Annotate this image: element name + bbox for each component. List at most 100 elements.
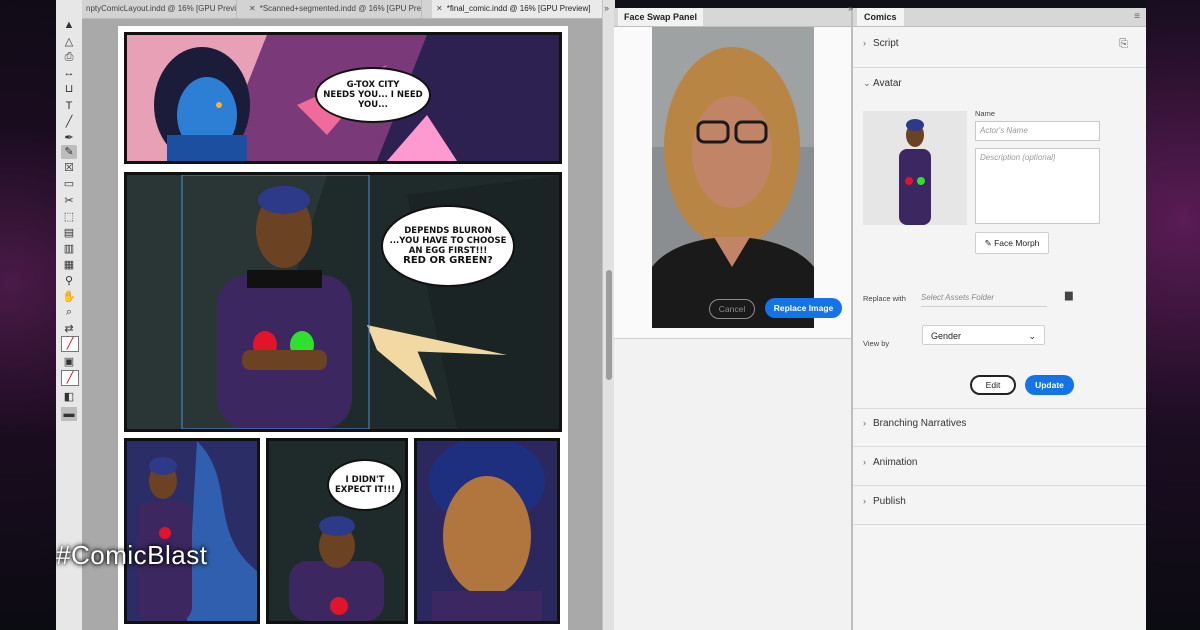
swap-fill-stroke-icon[interactable]: ⇄ [61, 322, 77, 336]
fill-stroke-icon[interactable]: ╱ [61, 336, 79, 352]
document-tab-1[interactable]: nptyComicLayout.indd @ 16% [GPU Preview] [82, 0, 237, 18]
eyedropper-tool-icon[interactable]: ⚲ [61, 274, 77, 288]
hand-tool-icon[interactable]: ✋ [61, 290, 77, 304]
assets-folder-input[interactable]: Select Assets Folder [921, 289, 1047, 307]
panel-menu-icon[interactable]: ≡ [1134, 11, 1140, 22]
edit-button[interactable]: Edit [970, 375, 1016, 395]
face-swap-tab-bar: Face Swap Panel [614, 8, 851, 27]
tab-comics[interactable]: Comics [857, 8, 904, 26]
publish-header[interactable]: › Publish [863, 496, 906, 507]
bubble-text: EXPECT IT!!! [335, 485, 395, 495]
actor-name-input[interactable]: Actor's Name [975, 121, 1100, 141]
scissors-tool-icon[interactable]: ✂ [61, 194, 77, 208]
comics-tab-bar: Comics ≡ [853, 8, 1146, 27]
gradient-feather-tool-icon[interactable]: ▥ [61, 242, 77, 256]
chevron-right-icon: › [863, 38, 866, 48]
background-left [0, 0, 56, 630]
chevron-right-icon: › [863, 457, 866, 467]
comic-panel-4[interactable]: I DIDN'T EXPECT IT!!! [266, 438, 408, 624]
tab-label: *final_comic.indd @ 16% [GPU Preview] [446, 4, 591, 13]
bubble-text: RED OR GREEN? [403, 255, 493, 266]
background-right [1146, 0, 1200, 630]
close-icon[interactable]: ✕ [249, 4, 256, 13]
content-collector-icon[interactable]: ⊔ [61, 82, 77, 96]
close-icon[interactable]: ✕ [436, 4, 443, 13]
pen-tool-icon[interactable]: ✒ [61, 131, 77, 145]
comics-panel: Comics ≡ › Script ⎘ ⌄ Avatar Name Actor's … [853, 8, 1146, 630]
comic-panel-5[interactable] [414, 438, 560, 624]
section-label: Branching Narratives [873, 418, 967, 429]
zoom-tool-icon[interactable]: ⌕ [61, 305, 77, 319]
rectangle-frame-tool-icon[interactable]: ☒ [61, 161, 77, 175]
button-label: Face Morph [994, 238, 1040, 248]
direct-selection-tool-icon[interactable]: △ [61, 35, 77, 49]
scrollbar-thumb[interactable] [606, 270, 612, 380]
bubble-text: ...YOU HAVE TO CHOOSE [389, 236, 507, 246]
branching-narratives-header[interactable]: › Branching Narratives [863, 418, 966, 429]
bubble-text: G-TOX CITY [346, 80, 400, 90]
face-morph-button[interactable]: ✎ Face Morph [975, 232, 1049, 254]
script-import-icon[interactable]: ⎘ [1119, 38, 1128, 51]
speech-bubble-1: G-TOX CITY NEEDS YOU... I NEED YOU... [315, 67, 431, 123]
comic-panel-2[interactable]: DEPENDS BLURON ...YOU HAVE TO CHOOSE AN EG… [124, 172, 562, 432]
panel-2-art [127, 175, 559, 429]
note-tool-icon[interactable]: ▦ [61, 258, 77, 272]
view-mode-icon[interactable]: ▬ [61, 407, 77, 421]
cancel-button[interactable]: Cancel [709, 299, 755, 319]
script-section[interactable]: › Script ⎘ [853, 27, 1146, 68]
selection-tool-icon[interactable]: ▲ [61, 18, 77, 32]
face-swap-preview-area: Cancel Replace Image [614, 27, 851, 339]
bubble-text: I DIDN'T [345, 475, 385, 485]
document-tab-3[interactable]: ✕ *final_comic.indd @ 16% [GPU Preview] [432, 0, 607, 18]
collapse-panel-icon[interactable]: » [604, 3, 609, 13]
bubble-text: YOU... [358, 100, 388, 110]
document-tab-bar: nptyComicLayout.indd @ 16% [GPU Preview]… [82, 0, 607, 19]
comic-panel-3[interactable] [124, 438, 260, 624]
script-header[interactable]: › Script [863, 38, 899, 49]
bubble-text: NEEDS YOU... I NEED [323, 90, 423, 100]
panel-3-art [127, 441, 257, 621]
type-tool-icon[interactable]: T [61, 99, 77, 113]
view-by-dropdown[interactable]: Gender ⌄ [922, 325, 1045, 345]
free-transform-tool-icon[interactable]: ⬚ [61, 210, 77, 224]
pencil-icon: ✎ [984, 238, 992, 248]
formatting-affects-container-icon[interactable]: ▣ [61, 355, 77, 369]
speech-bubble-3: I DIDN'T EXPECT IT!!! [327, 459, 403, 511]
document-tab-2[interactable]: ✕ *Scanned+segmented.indd @ 16% [GPU Prev… [245, 0, 422, 18]
tab-face-swap-panel[interactable]: Face Swap Panel [618, 8, 704, 26]
chevron-down-icon: ⌄ [863, 78, 871, 88]
screen-mode-icon[interactable]: ◧ [61, 390, 77, 404]
comic-panel-1[interactable]: G-TOX CITY NEEDS YOU... I NEED YOU... [124, 32, 562, 164]
avatar-image [899, 119, 931, 225]
line-tool-icon[interactable]: ╱ [61, 115, 77, 129]
hashtag-overlay: #ComicBlast [56, 540, 208, 570]
chevron-down-icon: ⌄ [1028, 331, 1036, 341]
view-by-label: View by [863, 339, 890, 348]
tab-label: *Scanned+segmented.indd @ 16% [GPU Previ… [259, 4, 422, 13]
description-textarea[interactable]: Description (optional) [975, 148, 1100, 224]
replace-with-label: Replace with [863, 294, 906, 303]
camera-feed-image [652, 27, 814, 328]
panel-5-art [417, 441, 557, 621]
replace-image-button[interactable]: Replace Image [765, 298, 842, 318]
publish-section[interactable]: › Publish [853, 486, 1146, 525]
pencil-tool-icon[interactable]: ✎ [61, 145, 77, 159]
avatar-header[interactable]: ⌄ Avatar [863, 78, 902, 89]
name-label: Name [975, 109, 996, 118]
gradient-swatch-tool-icon[interactable]: ▤ [61, 226, 77, 240]
page-tool-icon[interactable]: ⎙ [61, 50, 77, 64]
branching-narratives-section[interactable]: › Branching Narratives [853, 408, 1146, 447]
folder-icon[interactable]: ▆ [1065, 290, 1073, 301]
animation-header[interactable]: › Animation [863, 457, 917, 468]
section-label: Publish [873, 496, 906, 507]
rectangle-tool-icon[interactable]: ▭ [61, 177, 77, 191]
apply-none-icon[interactable]: ╱ [61, 370, 79, 386]
section-label: Animation [873, 457, 918, 468]
tools-panel: ▲ △ ⎙ ↔ ⊔ T ╱ ✒ ✎ ☒ ▭ ✂ ⬚ ▤ ▥ ▦ ⚲ ✋ ⌕ ⇄ … [56, 0, 83, 630]
bubble-text: DEPENDS BLURON [404, 226, 492, 236]
animation-section[interactable]: › Animation [853, 447, 1146, 486]
gap-tool-icon[interactable]: ↔ [61, 66, 77, 80]
face-swap-panel: Face Swap Panel Cancel Replace Image [614, 8, 851, 630]
update-button[interactable]: Update [1025, 375, 1074, 395]
avatar-thumbnail[interactable] [863, 111, 967, 225]
